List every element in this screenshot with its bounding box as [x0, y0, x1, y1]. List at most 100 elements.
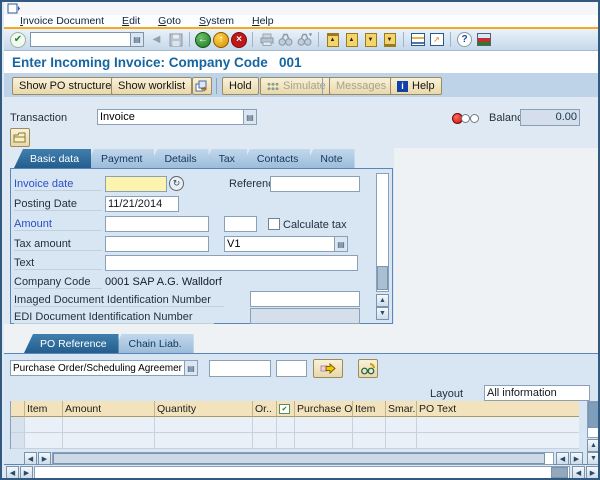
window-scroll-right2-icon[interactable]: ▶ — [586, 466, 598, 478]
transaction-dropdown-icon[interactable]: ▤ — [243, 109, 257, 125]
table-scroll-right2-icon[interactable]: ▶ — [570, 452, 583, 465]
menu-goto[interactable]: Goto — [158, 15, 181, 27]
collapse-icon[interactable]: ◀ — [148, 31, 165, 48]
new-session-icon[interactable] — [410, 33, 425, 46]
customize-icon[interactable] — [476, 33, 491, 46]
glasses-icon — [361, 362, 375, 374]
edi-doc-input — [250, 308, 360, 324]
exit-icon[interactable]: ↑ — [213, 31, 229, 48]
menu-edit[interactable]: Edit — [122, 15, 140, 27]
window-scroll-left2-icon[interactable]: ◀ — [572, 466, 585, 478]
window-scroll-right-icon[interactable]: ▶ — [20, 466, 33, 478]
page-up-icon[interactable]: ▲ — [345, 32, 358, 47]
po-selector-dropdown-icon[interactable]: ▤ — [184, 360, 198, 376]
table-hscrollbar-thumb[interactable] — [53, 453, 545, 464]
po-number-input[interactable] — [209, 360, 271, 377]
command-dropdown-icon[interactable]: ▤ — [130, 32, 144, 47]
header-item[interactable]: Item — [25, 401, 63, 417]
messages-button[interactable]: Messages — [329, 77, 394, 95]
amount-label: Amount — [14, 218, 102, 231]
back-icon[interactable]: ← — [195, 31, 211, 48]
find-next-icon[interactable] — [296, 31, 313, 48]
help-icon[interactable]: ? — [457, 32, 472, 47]
text-input[interactable] — [105, 255, 358, 271]
scroll-up-icon[interactable]: ▲ — [376, 294, 389, 307]
reference-input[interactable] — [270, 176, 360, 192]
table-scroll-right-icon[interactable]: ▶ — [38, 452, 51, 465]
last-page-icon[interactable]: ▼ — [383, 32, 396, 47]
header-po-text[interactable]: PO Text — [417, 401, 579, 417]
page-down-icon[interactable]: ▼ — [364, 32, 377, 47]
currency-input[interactable] — [224, 216, 257, 232]
window-hscrollbar-thumb[interactable] — [551, 467, 568, 478]
header-icon-column[interactable]: ✔ — [277, 401, 295, 417]
balance-yellow-light-icon — [461, 114, 470, 123]
table-scroll-left-icon[interactable]: ◀ — [24, 452, 37, 465]
help-button[interactable]: i Help — [390, 77, 442, 95]
tax-amount-input[interactable] — [105, 236, 209, 252]
amount-input[interactable] — [105, 216, 209, 232]
tab-po-reference[interactable]: PO Reference — [24, 334, 119, 353]
tax-code-input[interactable] — [224, 236, 334, 252]
tab-contacts[interactable]: Contacts — [240, 149, 311, 168]
po-selector-combo[interactable]: ▤ — [10, 360, 198, 376]
scroll-down-icon[interactable]: ▼ — [376, 307, 389, 320]
tab-payment[interactable]: Payment — [85, 149, 155, 168]
tab-chain-liab[interactable]: Chain Liab. — [112, 334, 194, 353]
enter-icon[interactable]: ✔ — [10, 31, 26, 48]
show-po-structure-button[interactable]: Show PO structure — [12, 77, 119, 95]
calculate-tax-label: Calculate tax — [283, 219, 347, 231]
po-item-input[interactable] — [276, 360, 307, 377]
header-smar[interactable]: Smar.. — [386, 401, 417, 417]
imaged-doc-label: Imaged Document Identification Number — [14, 294, 224, 307]
layout-input[interactable] — [484, 385, 590, 401]
tab-basic-data[interactable]: Basic data — [14, 149, 92, 168]
tax-code-dropdown-icon[interactable]: ▤ — [334, 236, 348, 252]
text-label: Text — [14, 257, 102, 270]
transaction-input[interactable] — [97, 109, 243, 125]
posting-date-input[interactable] — [105, 196, 179, 212]
table-scroll-down-icon[interactable]: ▼ — [587, 452, 598, 465]
date-picker-icon[interactable]: ↻ — [169, 176, 184, 191]
hold-button[interactable]: Hold — [222, 77, 259, 95]
menu-invoice-document[interactable]: Invoice Document — [20, 15, 104, 27]
menu-help[interactable]: Help — [252, 15, 274, 27]
header-or[interactable]: Or.. — [253, 401, 277, 417]
header-amount[interactable]: Amount — [63, 401, 155, 417]
save-icon[interactable] — [167, 31, 184, 48]
adopt-button[interactable] — [313, 359, 343, 378]
worklist-detail-button[interactable] — [192, 77, 212, 95]
find-icon[interactable] — [277, 31, 294, 48]
header-item2[interactable]: Item — [353, 401, 386, 417]
window-hscrollbar[interactable] — [34, 466, 570, 478]
command-input[interactable] — [30, 32, 130, 47]
tab-tax[interactable]: Tax — [202, 149, 247, 168]
first-page-icon[interactable]: ▲ — [326, 32, 339, 47]
header-quantity[interactable]: Quantity — [155, 401, 253, 417]
table-row[interactable] — [11, 433, 579, 449]
invoice-date-input[interactable] — [105, 176, 167, 192]
header-selection-column[interactable] — [11, 401, 25, 417]
window-scroll-left-icon[interactable]: ◀ — [6, 466, 19, 478]
tax-code-combo[interactable]: ▤ — [224, 236, 348, 252]
tree-on-off-button[interactable] — [10, 128, 30, 147]
search-help-button[interactable] — [358, 359, 378, 378]
shortcut-icon[interactable]: ↗ — [429, 33, 444, 46]
header-purchase-o[interactable]: Purchase O.. — [295, 401, 353, 417]
transaction-combo[interactable]: ▤ — [97, 109, 257, 125]
calculate-tax-checkbox[interactable] — [268, 218, 280, 230]
basic-data-vscrollbar-thumb[interactable] — [377, 266, 388, 290]
info-icon: i — [397, 80, 408, 92]
menu-system[interactable]: System — [199, 15, 234, 27]
tab-note[interactable]: Note — [304, 149, 355, 168]
cancel-icon[interactable]: × — [231, 31, 247, 48]
table-row[interactable] — [11, 417, 579, 433]
show-worklist-button[interactable]: Show worklist — [111, 77, 193, 95]
table-scroll-left2-icon[interactable]: ◀ — [556, 452, 569, 465]
table-scroll-up-icon[interactable]: ▲ — [587, 439, 598, 452]
tab-details[interactable]: Details — [148, 149, 209, 168]
po-selector-input[interactable] — [10, 360, 184, 376]
table-vscrollbar-thumb[interactable] — [588, 402, 598, 428]
imaged-doc-input[interactable] — [250, 291, 360, 307]
print-icon[interactable] — [258, 31, 275, 48]
